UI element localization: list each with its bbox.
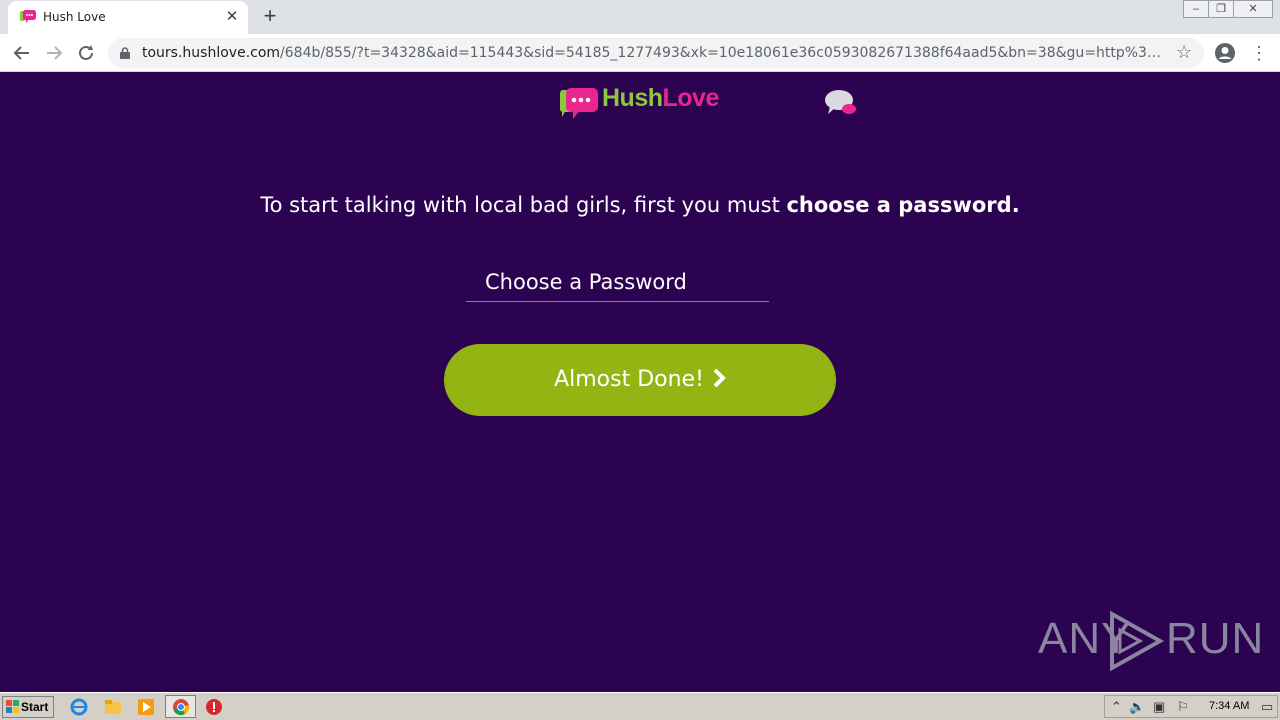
page-headline: To start talking with local bad girls, f… xyxy=(0,193,1280,217)
star-icon[interactable]: ☆ xyxy=(1176,42,1192,63)
almost-done-label: Almost Done! xyxy=(554,367,704,392)
chat-bubble-icon[interactable] xyxy=(824,88,858,118)
play-logo-icon xyxy=(1110,610,1165,672)
chrome-taskbar-button[interactable] xyxy=(165,695,196,718)
chevron-right-icon xyxy=(713,368,726,388)
url-text[interactable]: tours.hushlove.com/684b/855/?t=34328&aid… xyxy=(142,45,1164,61)
logo-hush: Hush xyxy=(602,84,663,112)
tab-strip: Hush Love ✕ + – ❐ ✕ xyxy=(0,0,1280,34)
clock[interactable]: 7:34 AM xyxy=(1209,700,1249,712)
minimize-button[interactable]: – xyxy=(1183,0,1209,18)
network-icon[interactable]: ▣ xyxy=(1153,699,1165,715)
page-content: HushLove To start talking with local bad… xyxy=(0,72,1280,692)
chrome-icon xyxy=(173,699,190,716)
taskbar: Start ⌃ 🔈 ▣ ⚐ 7:34 AM ▭ xyxy=(0,692,1280,720)
hushlove-favicon-icon xyxy=(20,10,36,23)
folder-icon[interactable] xyxy=(104,698,122,716)
account-icon[interactable] xyxy=(1214,42,1236,64)
tab-close-icon[interactable]: ✕ xyxy=(223,8,241,26)
almost-done-button[interactable]: Almost Done! xyxy=(444,344,836,416)
hushlove-logo-icon[interactable] xyxy=(559,86,599,122)
password-input[interactable] xyxy=(466,262,769,302)
anyrun-watermark: ANY RUN xyxy=(1038,608,1263,674)
tab-title: Hush Love xyxy=(43,10,106,24)
browser-tab[interactable]: Hush Love ✕ xyxy=(8,1,248,34)
url-path: /684b/855/?t=34328&aid=115443&sid=54185_… xyxy=(280,45,1164,61)
new-tab-button[interactable]: + xyxy=(258,4,282,28)
start-button[interactable]: Start xyxy=(2,696,54,718)
logo-wordmark[interactable]: HushLove xyxy=(602,84,719,113)
reload-icon[interactable] xyxy=(72,39,100,67)
url-host: tours.hushlove.com xyxy=(142,45,281,61)
volume-icon[interactable]: 🔈 xyxy=(1129,699,1145,715)
browser-toolbar: tours.hushlove.com/684b/855/?t=34328&aid… xyxy=(0,34,1280,72)
headline-text: To start talking with local bad girls, f… xyxy=(260,193,787,217)
watermark-run: RUN xyxy=(1166,614,1265,663)
stop-icon[interactable] xyxy=(205,698,223,716)
start-label: Start xyxy=(21,700,49,714)
show-desktop-icon[interactable]: ▭ xyxy=(1261,699,1273,715)
windows-logo-icon xyxy=(6,700,19,713)
ie-icon[interactable] xyxy=(70,698,88,716)
system-tray: ⌃ 🔈 ▣ ⚐ 7:34 AM ▭ xyxy=(1104,695,1278,718)
lock-icon xyxy=(120,47,130,59)
address-bar[interactable]: tours.hushlove.com/684b/855/?t=34328&aid… xyxy=(108,38,1204,68)
back-icon[interactable] xyxy=(8,39,36,67)
menu-icon[interactable]: ⋮ xyxy=(1250,40,1268,66)
close-window-button[interactable]: ✕ xyxy=(1233,0,1273,18)
headline-emphasis: choose a password. xyxy=(786,193,1020,217)
restore-button[interactable]: ❐ xyxy=(1208,0,1234,18)
action-center-flag-icon[interactable]: ⚐ xyxy=(1177,699,1189,715)
tray-expand-icon[interactable]: ⌃ xyxy=(1111,699,1122,715)
forward-icon[interactable] xyxy=(40,39,68,67)
media-player-icon[interactable] xyxy=(137,698,155,716)
logo-love: Love xyxy=(662,84,720,112)
